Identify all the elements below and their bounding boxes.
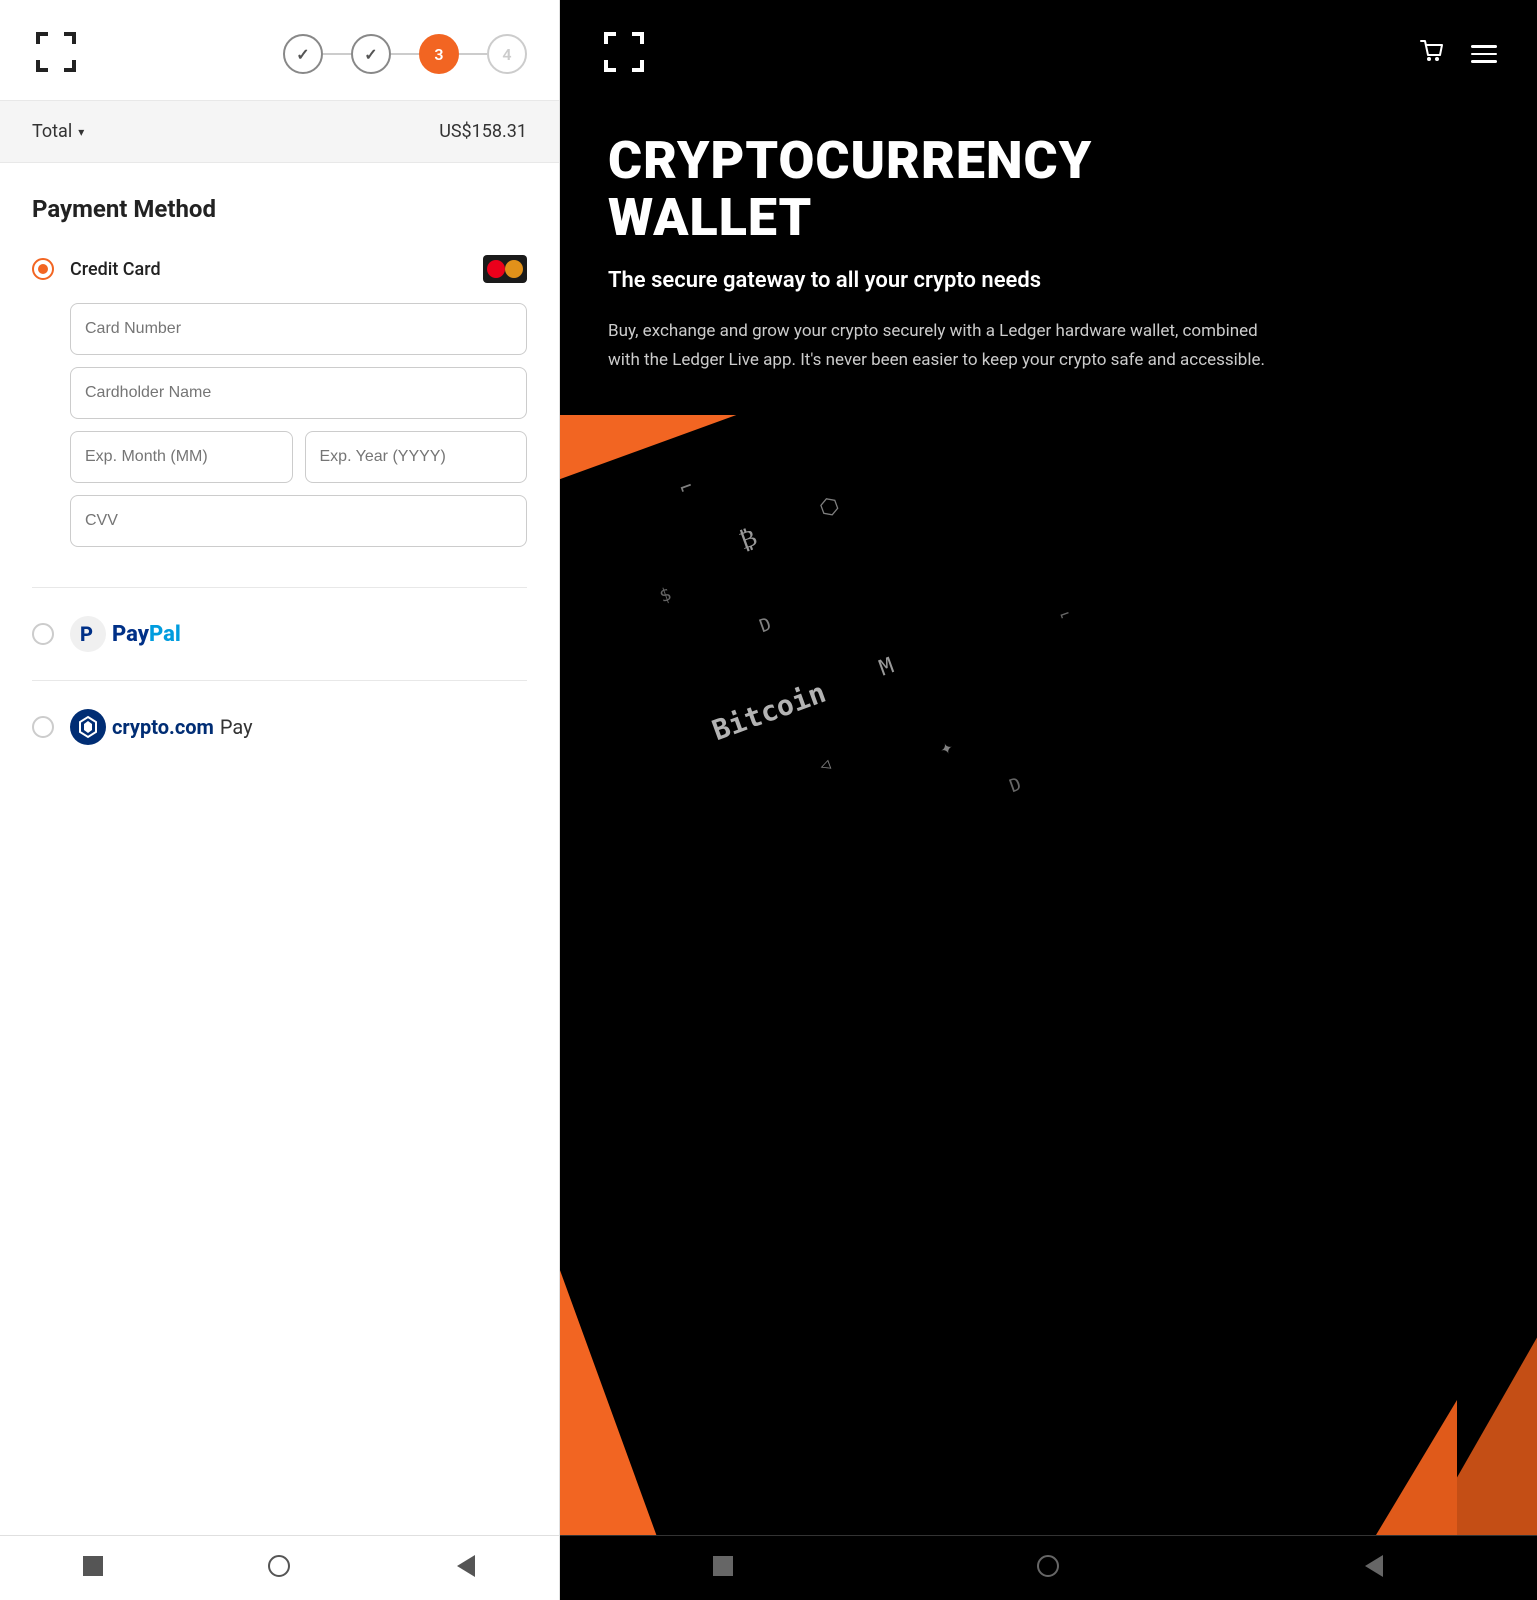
crypto-subtitle: The secure gateway to all your crypto ne… <box>608 266 1489 297</box>
cvv-input[interactable] <box>70 495 527 547</box>
step-2: ✓ <box>351 34 391 74</box>
radio-inner <box>38 264 48 274</box>
crypto-description: Buy, exchange and grow your crypto secur… <box>608 317 1288 375</box>
left-bottom-nav <box>0 1535 559 1600</box>
symbol-dollar: $ <box>657 584 674 607</box>
paypal-radio[interactable] <box>32 623 54 645</box>
left-nav-square-btn[interactable] <box>79 1552 107 1580</box>
credit-card-label: Credit Card <box>70 259 161 280</box>
title-line-1: CRYPTOCURRENCY <box>608 132 1489 189</box>
paypal-pay-text: PayPal <box>112 622 181 647</box>
crypto-com-logo: crypto.com Pay <box>70 709 253 745</box>
crypto-com-icon <box>70 709 106 745</box>
left-nav-back-btn[interactable] <box>452 1552 480 1580</box>
symbol-star: ✦ <box>936 734 956 761</box>
left-panel: ✓ ✓ 3 4 Total ▾ US$158.31 Paym <box>0 0 560 1600</box>
right-nav-triangle-icon <box>1365 1555 1383 1577</box>
symbol-arrow: ◁ <box>817 754 833 775</box>
crypto-com-option[interactable]: crypto.com Pay <box>32 709 527 745</box>
payment-method-title: Payment Method <box>32 195 527 223</box>
mastercard-icon <box>483 255 527 283</box>
step-line-2 <box>391 53 419 55</box>
hero-image-area: ⌐ ₿ ⬡ $ D M Bitcoin ✦ D ⌐ ◁ <box>560 415 1537 1600</box>
step-line-1 <box>323 53 351 55</box>
paypal-icon: P <box>70 616 106 652</box>
step-line-3 <box>459 53 487 55</box>
exp-year-input[interactable] <box>305 431 528 483</box>
right-nav-icons <box>1417 37 1497 71</box>
symbol-d: D <box>757 614 774 637</box>
expiry-row <box>70 431 527 483</box>
left-nav-triangle-icon <box>457 1555 475 1577</box>
divider-1 <box>32 587 527 588</box>
symbols-layer: ⌐ ₿ ⬡ $ D M Bitcoin ✦ D ⌐ ◁ <box>560 415 1537 1600</box>
left-header: ✓ ✓ 3 4 <box>0 0 559 100</box>
hamburger-line-2 <box>1471 53 1497 56</box>
symbol-bitcoin-text: Bitcoin <box>708 676 830 747</box>
hamburger-menu-icon[interactable] <box>1471 45 1497 63</box>
credit-card-label-row: Credit Card <box>32 258 161 280</box>
credit-card-header: Credit Card <box>32 255 527 283</box>
right-panel: CRYPTOCURRENCY WALLET The secure gateway… <box>560 0 1537 1600</box>
left-content: Payment Method Credit Card <box>0 163 559 1535</box>
crypto-wallet-title: CRYPTOCURRENCY WALLET <box>608 132 1489 246</box>
step-indicator: ✓ ✓ 3 4 <box>283 34 527 74</box>
cardholder-name-input[interactable] <box>70 367 527 419</box>
right-nav-square-icon <box>713 1556 733 1576</box>
right-bottom-nav <box>560 1535 1537 1600</box>
card-form <box>70 303 527 559</box>
symbol-eth: ⬡ <box>816 492 843 522</box>
right-nav-square-btn[interactable] <box>709 1552 737 1580</box>
mc-circle-right <box>505 260 523 278</box>
card-number-input[interactable] <box>70 303 527 355</box>
symbol-d2: D <box>1007 774 1024 797</box>
left-nav-circle-icon <box>268 1555 290 1577</box>
right-content: CRYPTOCURRENCY WALLET The secure gateway… <box>560 100 1537 375</box>
total-amount: US$158.31 <box>439 121 527 142</box>
total-text: Total <box>32 121 72 142</box>
symbol-corner: ⌐ <box>1057 604 1073 625</box>
paypal-logo: P PayPal <box>70 616 181 652</box>
right-header <box>560 0 1537 100</box>
divider-2 <box>32 680 527 681</box>
step-3: 3 <box>419 34 459 74</box>
step-4: 4 <box>487 34 527 74</box>
right-nav-circle-icon <box>1037 1555 1059 1577</box>
left-nav-circle-btn[interactable] <box>265 1552 293 1580</box>
step-1: ✓ <box>283 34 323 74</box>
crypto-pay-label: Pay <box>220 715 253 739</box>
left-nav-square-icon <box>83 1556 103 1576</box>
crypto-com-radio[interactable] <box>32 716 54 738</box>
crypto-com-label: crypto.com <box>112 715 214 739</box>
symbol-m: M <box>876 653 897 681</box>
svg-text:P: P <box>80 622 93 646</box>
right-nav-back-btn[interactable] <box>1360 1552 1388 1580</box>
total-label: Total ▾ <box>32 121 84 142</box>
title-line-2: WALLET <box>608 189 1489 246</box>
credit-card-section: Credit Card <box>32 255 527 559</box>
total-chevron: ▾ <box>78 125 84 139</box>
symbol-1: ⌐ <box>676 474 696 501</box>
exp-month-input[interactable] <box>70 431 293 483</box>
total-bar[interactable]: Total ▾ US$158.31 <box>0 100 559 163</box>
right-logo <box>600 28 648 80</box>
right-nav-circle-btn[interactable] <box>1034 1552 1062 1580</box>
left-logo <box>32 28 80 80</box>
symbol-bitcoin-icon: ₿ <box>736 523 762 556</box>
mc-circle-left <box>487 260 505 278</box>
credit-card-radio[interactable] <box>32 258 54 280</box>
hamburger-line-3 <box>1471 60 1497 63</box>
hamburger-line-1 <box>1471 45 1497 48</box>
cart-icon[interactable] <box>1417 37 1447 71</box>
paypal-option[interactable]: P PayPal <box>32 616 527 652</box>
